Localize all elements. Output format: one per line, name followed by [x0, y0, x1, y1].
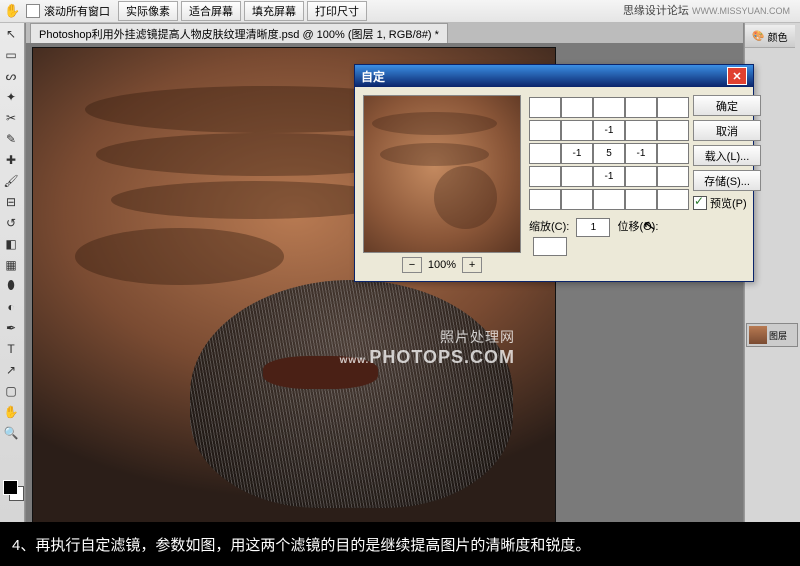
matrix-cell[interactable] [561, 189, 593, 210]
layer-thumbnail[interactable]: 图层 [746, 323, 798, 347]
layer-thumb-icon [749, 326, 767, 344]
shape-tool[interactable]: ▢ [0, 380, 22, 401]
custom-filter-dialog: 自定 ✕ − 100% + [354, 64, 754, 282]
offset-label: 位移(O): [617, 221, 658, 233]
matrix-cell[interactable] [593, 120, 625, 141]
zoom-out-button[interactable]: − [402, 257, 422, 273]
wand-tool[interactable]: ✦ [0, 86, 22, 107]
foreground-color[interactable] [3, 480, 18, 495]
dialog-titlebar[interactable]: 自定 ✕ [355, 65, 753, 87]
marquee-tool[interactable]: ▭ [0, 44, 22, 65]
close-icon[interactable]: ✕ [727, 67, 747, 85]
caption-text: 4、再执行自定滤镜，参数如图，用这两个滤镜的目的是继续提高图片的清晰度和锐度。 [12, 534, 590, 555]
matrix-cell[interactable] [593, 166, 625, 187]
healing-tool[interactable]: ✚ [0, 149, 22, 170]
color-panel-tab[interactable]: 🎨 颜色 [745, 25, 795, 48]
scale-input[interactable] [576, 218, 610, 237]
document-tab[interactable]: Photoshop利用外挂滤镜提高人物皮肤纹理清晰度.psd @ 100% (图… [30, 23, 448, 44]
caption-bar: 4、再执行自定滤镜，参数如图，用这两个滤镜的目的是继续提高图片的清晰度和锐度。 [0, 522, 800, 566]
hand-tool[interactable]: ✋ [0, 401, 22, 422]
scroll-all-checkbox[interactable] [26, 4, 40, 18]
matrix-cell[interactable] [529, 189, 561, 210]
matrix-cell[interactable] [561, 143, 593, 164]
matrix-cell[interactable] [625, 189, 657, 210]
brush-tool[interactable]: 🖌 [0, 170, 22, 191]
matrix-cell[interactable] [625, 166, 657, 187]
stamp-tool[interactable]: ⊟ [0, 191, 22, 212]
matrix-cell[interactable] [593, 143, 625, 164]
zoom-controls: − 100% + [363, 257, 521, 273]
document-tabs: Photoshop利用外挂滤镜提高人物皮肤纹理清晰度.psd @ 100% (图… [26, 23, 743, 43]
palette-icon: 🎨 [752, 31, 764, 42]
history-brush-tool[interactable]: ↺ [0, 212, 22, 233]
save-button[interactable]: 存储(S)... [693, 170, 761, 191]
matrix-cell[interactable] [529, 143, 561, 164]
eraser-tool[interactable]: ◧ [0, 233, 22, 254]
matrix-cell[interactable] [593, 189, 625, 210]
matrix-cell[interactable] [529, 166, 561, 187]
dodge-tool[interactable]: ◐ [0, 296, 22, 317]
convolution-matrix [529, 97, 685, 208]
preview-label: 预览(P) [710, 195, 747, 211]
matrix-cell[interactable] [625, 143, 657, 164]
matrix-cell[interactable] [657, 166, 689, 187]
pen-tool[interactable]: ✒ [0, 317, 22, 338]
matrix-cell[interactable] [657, 143, 689, 164]
matrix-cell[interactable] [561, 166, 593, 187]
blur-tool[interactable]: ⬮ [0, 275, 22, 296]
type-tool[interactable]: T [0, 338, 22, 359]
options-bar: ✋ 滚动所有窗口 实际像素 适合屏幕 填充屏幕 打印尺寸 思缘设计论坛 WWW.… [0, 0, 800, 23]
matrix-cell[interactable] [529, 97, 561, 118]
matrix-cell[interactable] [529, 120, 561, 141]
cancel-button[interactable]: 取消 [693, 120, 761, 141]
dialog-title: 自定 [361, 68, 385, 85]
zoom-level: 100% [428, 259, 456, 271]
actual-pixels-button[interactable]: 实际像素 [118, 1, 178, 21]
lasso-tool[interactable]: ᔕ [0, 65, 22, 86]
offset-input[interactable] [533, 237, 567, 256]
fit-screen-button[interactable]: 适合屏幕 [181, 1, 241, 21]
ok-button[interactable]: 确定 [693, 95, 761, 116]
scale-offset-row: 缩放(C): 位移(O): [529, 218, 685, 256]
zoom-tool[interactable]: 🔍 [0, 422, 22, 443]
matrix-cell[interactable] [657, 189, 689, 210]
matrix-cell[interactable] [561, 97, 593, 118]
matrix-cell[interactable] [625, 120, 657, 141]
scroll-all-label: 滚动所有窗口 [44, 3, 110, 19]
load-button[interactable]: 载入(L)... [693, 145, 761, 166]
move-tool[interactable]: ↖ [0, 23, 22, 44]
path-tool[interactable]: ↗ [0, 359, 22, 380]
preview-checkbox[interactable] [693, 196, 707, 210]
matrix-cell[interactable] [657, 120, 689, 141]
matrix-cell[interactable] [593, 97, 625, 118]
filter-preview[interactable] [363, 95, 521, 253]
fill-screen-button[interactable]: 填充屏幕 [244, 1, 304, 21]
crop-tool[interactable]: ✂ [0, 107, 22, 128]
eyedropper-tool[interactable]: ✎ [0, 128, 22, 149]
scale-label: 缩放(C): [529, 221, 569, 233]
print-size-button[interactable]: 打印尺寸 [307, 1, 367, 21]
watermark: 照片处理网 www.PHOTOPS.COM [340, 328, 515, 370]
matrix-cell[interactable] [657, 97, 689, 118]
matrix-cell[interactable] [561, 120, 593, 141]
gradient-tool[interactable]: ▦ [0, 254, 22, 275]
website-branding: 思缘设计论坛 WWW.MISSYUAN.COM [623, 2, 790, 18]
zoom-in-button[interactable]: + [462, 257, 482, 273]
matrix-cell[interactable] [625, 97, 657, 118]
hand-icon: ✋ [4, 3, 22, 19]
toolbox: ↖ ▭ ᔕ ✦ ✂ ✎ ✚ 🖌 ⊟ ↺ ◧ ▦ ⬮ ◐ ✒ T ↗ ▢ ✋ 🔍 [0, 23, 25, 523]
